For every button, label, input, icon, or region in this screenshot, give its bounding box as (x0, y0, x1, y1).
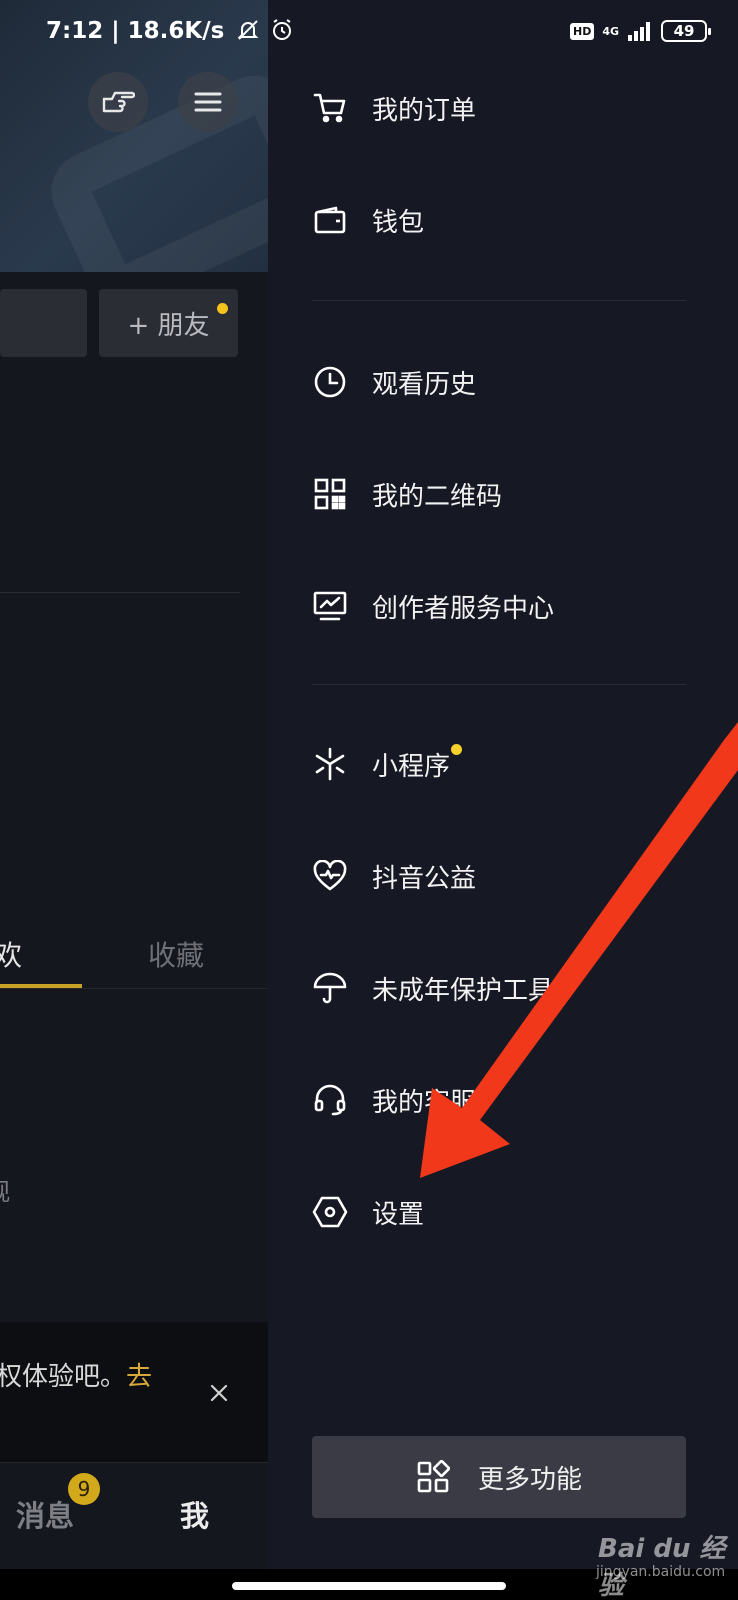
clock-icon (314, 366, 346, 398)
mini-program-icon (315, 747, 345, 781)
alarm-icon (273, 19, 292, 40)
monitor-chart-icon (313, 591, 347, 621)
profile-page-dimmed: + 朋友 欢 收藏 观 权体验吧。去 消息 9 我 (0, 0, 268, 1569)
promo-text: 权体验吧。去 (0, 1362, 153, 1392)
drawer-item-label: 钱包 (372, 207, 425, 238)
drawer-item-mini-programs[interactable]: 小程序 (312, 734, 692, 794)
signal-icon (628, 22, 651, 41)
menu-button[interactable] (178, 72, 238, 132)
cart-icon (313, 93, 346, 123)
nav-me[interactable]: 我 (180, 1493, 209, 1535)
hand-pointer-button[interactable] (88, 72, 148, 132)
bell-off-icon (237, 20, 259, 40)
drawer-item-settings[interactable]: 设置 (312, 1182, 692, 1242)
close-icon (210, 1384, 228, 1402)
notification-dot (217, 303, 228, 314)
tab-likes[interactable]: 欢 (0, 934, 22, 974)
status-bar: 7:12 | 18.6K/s HD 4G 49 (0, 0, 738, 66)
nav-messages[interactable]: 消息 (16, 1493, 74, 1535)
promo-close-button[interactable] (210, 1384, 228, 1406)
bottom-nav: 消息 9 我 (0, 1462, 268, 1569)
heart-wave-icon (313, 860, 347, 891)
edit-profile-button[interactable] (0, 289, 87, 357)
drawer-item-customer-service[interactable]: 我的客服 (312, 1070, 692, 1130)
status-icons: HD 4G 49 (570, 20, 712, 42)
umbrella-icon (313, 972, 347, 1004)
drawer-item-creator-center[interactable]: 创作者服务中心 (312, 576, 692, 636)
more-features-label: 更多功能 (477, 1464, 582, 1495)
hd-icon: HD (570, 22, 595, 40)
more-features-button[interactable]: 更多功能 (312, 1436, 686, 1518)
drawer-item-orders[interactable]: 我的订单 (312, 78, 692, 138)
drawer-item-label: 抖音公益 (372, 863, 477, 894)
divider (312, 300, 686, 301)
promo-banner: 权体验吧。去 (0, 1322, 268, 1462)
hand-pointer-icon (102, 91, 135, 113)
messages-badge: 9 (68, 1473, 100, 1505)
drawer-item-label: 设置 (372, 1199, 425, 1230)
drawer-item-history[interactable]: 观看历史 (312, 352, 692, 412)
grid-apps-icon (417, 1460, 450, 1493)
add-friend-button[interactable]: + 朋友 (99, 289, 238, 357)
baidu-url-watermark: jingyan.baidu.com (596, 1564, 726, 1580)
drawer-item-qrcode[interactable]: 我的二维码 (312, 464, 692, 524)
drawer-item-label: 我的二维码 (372, 481, 503, 512)
drawer-item-label: 观看历史 (372, 369, 477, 400)
drawer-item-label: 我的客服 (372, 1087, 477, 1118)
divider (0, 988, 268, 989)
settings-hexagon-icon (312, 1196, 348, 1228)
side-drawer: 我的订单 钱包 观看历史 我的二维码 创作者服务中心 小程序 抖音公益 未成年保… (268, 0, 738, 1569)
divider (312, 684, 686, 685)
content-text-fragment: 观 (0, 1172, 10, 1207)
home-indicator[interactable] (232, 1582, 506, 1590)
divider (0, 592, 240, 593)
wallet-icon (314, 206, 346, 234)
drawer-item-label: 我的订单 (372, 95, 477, 126)
tab-favorites[interactable]: 收藏 (148, 934, 204, 974)
drawer-item-label: 创作者服务中心 (372, 593, 555, 624)
promo-link[interactable]: 去 (126, 1362, 152, 1392)
battery-icon: 49 (661, 20, 712, 42)
drawer-item-label: 未成年保护工具 (372, 975, 555, 1006)
drawer-item-charity[interactable]: 抖音公益 (312, 846, 692, 906)
add-friend-label: + 朋友 (127, 310, 210, 341)
hamburger-icon (194, 92, 222, 112)
drawer-item-label: 小程序 (372, 743, 463, 783)
headset-icon (314, 1084, 346, 1116)
qrcode-icon (314, 478, 346, 510)
drawer-item-minor-protection[interactable]: 未成年保护工具 (312, 958, 692, 1018)
network-label: 4G (602, 24, 620, 38)
new-dot (451, 743, 463, 755)
status-time: 7:12 | 18.6K/s (46, 18, 294, 44)
drawer-item-wallet[interactable]: 钱包 (312, 190, 692, 250)
